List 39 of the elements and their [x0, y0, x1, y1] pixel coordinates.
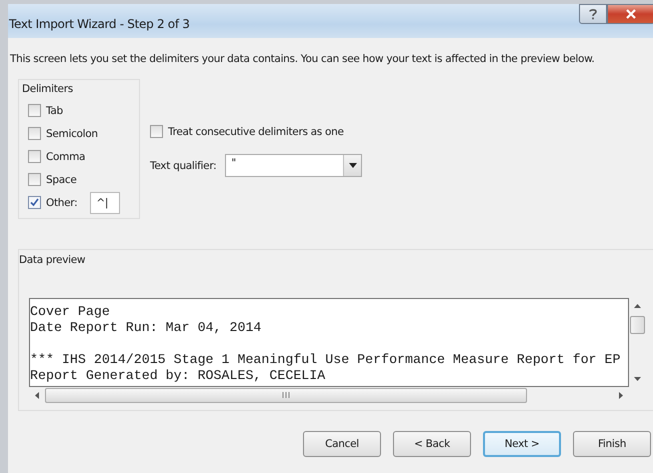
checkbox[interactable]: [28, 127, 41, 140]
scrollbar-thumb[interactable]: [45, 388, 527, 402]
group-label: Data preview: [19, 254, 86, 266]
checkbox[interactable]: [28, 196, 41, 209]
checkbox-label[interactable]: Other:: [46, 196, 78, 208]
wizard-button[interactable]: Finish: [573, 431, 651, 457]
wizard-button[interactable]: Cancel: [303, 431, 381, 457]
checkbox[interactable]: [150, 125, 163, 138]
checkbox[interactable]: [28, 104, 41, 117]
help-icon: [588, 8, 598, 20]
checkbox-label[interactable]: Comma: [46, 150, 86, 162]
field-label: Text qualifier:: [150, 160, 216, 172]
other-delimiter-field[interactable]: ^|: [90, 192, 120, 214]
checkbox-label[interactable]: Semicolon: [46, 128, 98, 140]
preview-line: Date Report Run: Mar 04, 2014: [30, 320, 262, 336]
help-button[interactable]: [579, 4, 607, 24]
group-label: Delimiters: [22, 83, 74, 95]
scroll-left-icon[interactable]: [35, 392, 39, 398]
window-title: Text Import Wizard - Step 2 of 3: [9, 17, 190, 31]
dropdown-arrow-icon: [348, 163, 357, 168]
instructions-text: This screen lets you set the delimiters your data contains. You can see how your text is affected in the preview below.: [10, 52, 596, 67]
close-icon: [625, 9, 637, 19]
checkbox-label[interactable]: Treat consecutive delimiters as one: [168, 126, 344, 138]
grip-icon: [282, 392, 290, 398]
preview-line: *** IHS 2014/2015 Stage 1 Meaningful Use Performance Measure Report for EP: [30, 351, 620, 368]
wizard-button[interactable]: Next >: [483, 431, 561, 457]
close-button[interactable]: [607, 4, 653, 24]
checkbox[interactable]: [28, 173, 41, 186]
preview-line: Report Generated by: ROSALES, CECELIA: [30, 368, 326, 384]
checkbox[interactable]: [28, 150, 41, 163]
wizard-button[interactable]: < Back: [393, 431, 471, 457]
checkbox-label[interactable]: Tab: [46, 104, 63, 116]
scroll-right-icon[interactable]: [619, 392, 623, 398]
checkbox-label[interactable]: Space: [46, 174, 76, 186]
text-qualifier-dropdown[interactable]: ": [225, 154, 362, 177]
scroll-down-icon[interactable]: [634, 377, 640, 381]
preview-line: Cover Page: [30, 304, 110, 320]
scrollbar-thumb[interactable]: [630, 316, 644, 334]
scroll-up-icon[interactable]: [634, 304, 640, 308]
